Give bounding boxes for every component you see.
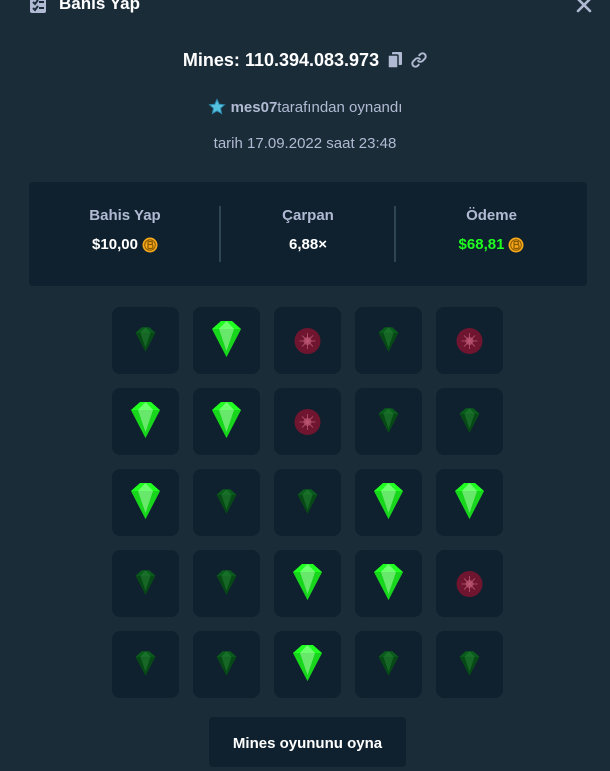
mine-tile-gem-picked[interactable] (274, 550, 341, 617)
star-icon (207, 98, 226, 115)
gem-icon (378, 327, 399, 352)
bet-amount-label: Bahis Yap (89, 207, 161, 224)
mine-tile-gem-picked[interactable] (193, 307, 260, 374)
game-id-value: 110.394.083.973 (244, 50, 380, 70)
payout-value-wrap: $68,81 (396, 236, 587, 253)
gem-icon (216, 570, 237, 595)
payout-stat: Ödeme $68,81 (396, 182, 587, 286)
multiplier-stat: Çarpan 6,88× (221, 182, 395, 286)
copy-icon[interactable] (387, 51, 403, 69)
mine-tile-mine[interactable] (274, 307, 341, 374)
modal-header: Bahis Yap (0, 0, 610, 14)
game-id-prefix: Mines: (182, 50, 240, 70)
mine-tile-gem-picked[interactable] (355, 550, 422, 617)
mine-tile-gem[interactable] (193, 631, 260, 698)
gem-icon (297, 489, 318, 514)
gem-icon (216, 489, 237, 514)
mine-tile-gem-picked[interactable] (193, 388, 260, 455)
gem-icon (459, 651, 480, 676)
mine-icon (456, 328, 483, 354)
mine-tile-gem[interactable] (193, 550, 260, 617)
game-id-text: Mines: 110.394.083.973 (183, 49, 379, 71)
gem-icon (135, 327, 156, 352)
link-icon[interactable] (411, 51, 427, 69)
mine-tile-gem[interactable] (193, 469, 260, 536)
bitcoin-coin-icon (508, 237, 524, 252)
gem-icon (212, 321, 241, 357)
mine-tile-gem-picked[interactable] (355, 469, 422, 536)
mine-tile-gem[interactable] (436, 631, 503, 698)
mine-tile-gem[interactable] (112, 631, 179, 698)
gem-icon (293, 564, 322, 600)
player-name[interactable]: mes07 (231, 99, 278, 116)
bet-stats-panel: Bahis Yap $10,00 Çarpan 6,88× Ödeme $68,… (29, 182, 587, 286)
mine-tile-gem[interactable] (355, 307, 422, 374)
mine-tile-gem[interactable] (436, 388, 503, 455)
gem-icon (455, 483, 484, 519)
play-mines-button[interactable]: Mines oyununu oyna (209, 717, 406, 767)
bitcoin-coin-icon (142, 237, 158, 252)
game-id-line: Mines: 110.394.083.973 (0, 48, 610, 72)
modal-title: Bahis Yap (59, 0, 140, 13)
bet-amount-value: $10,00 (92, 236, 138, 253)
gem-icon (135, 651, 156, 676)
gem-icon (459, 408, 480, 433)
mine-tile-mine[interactable] (436, 550, 503, 617)
bet-amount-value-wrap: $10,00 (29, 236, 221, 253)
bet-amount-stat: Bahis Yap $10,00 (29, 182, 221, 286)
gem-icon (293, 645, 322, 681)
played-by-line: mes07 tarafından oynandı (0, 96, 610, 118)
mine-tile-gem[interactable] (112, 550, 179, 617)
gem-icon (374, 483, 403, 519)
gem-icon (374, 564, 403, 600)
played-by-suffix: tarafından oynandı (277, 98, 403, 116)
mine-tile-gem[interactable] (355, 631, 422, 698)
mine-tile-gem-picked[interactable] (112, 388, 179, 455)
mine-tile-gem[interactable] (355, 388, 422, 455)
gem-icon (131, 483, 160, 519)
mine-tile-gem-picked[interactable] (436, 469, 503, 536)
payout-label: Ödeme (466, 207, 517, 224)
bet-slip-icon (30, 0, 46, 13)
gem-icon (131, 402, 160, 438)
mine-tile-gem[interactable] (112, 307, 179, 374)
multiplier-value-wrap: 6,88× (221, 236, 395, 253)
mine-icon (456, 571, 483, 597)
mine-icon (294, 409, 321, 435)
mine-tile-gem[interactable] (274, 469, 341, 536)
gem-icon (216, 651, 237, 676)
mine-tile-gem-picked[interactable] (112, 469, 179, 536)
mine-tile-mine[interactable] (274, 388, 341, 455)
gem-icon (378, 651, 399, 676)
gem-icon (378, 408, 399, 433)
date-line: tarih 17.09.2022 saat 23:48 (213, 135, 397, 152)
close-icon[interactable] (574, 0, 594, 15)
mine-tile-mine[interactable] (436, 307, 503, 374)
gem-icon (212, 402, 241, 438)
gem-icon (135, 570, 156, 595)
mine-icon (294, 328, 321, 354)
multiplier-label: Çarpan (282, 207, 334, 224)
payout-value: $68,81 (458, 236, 505, 253)
multiplier-value: 6,88× (289, 236, 327, 253)
mine-tile-gem-picked[interactable] (274, 631, 341, 698)
